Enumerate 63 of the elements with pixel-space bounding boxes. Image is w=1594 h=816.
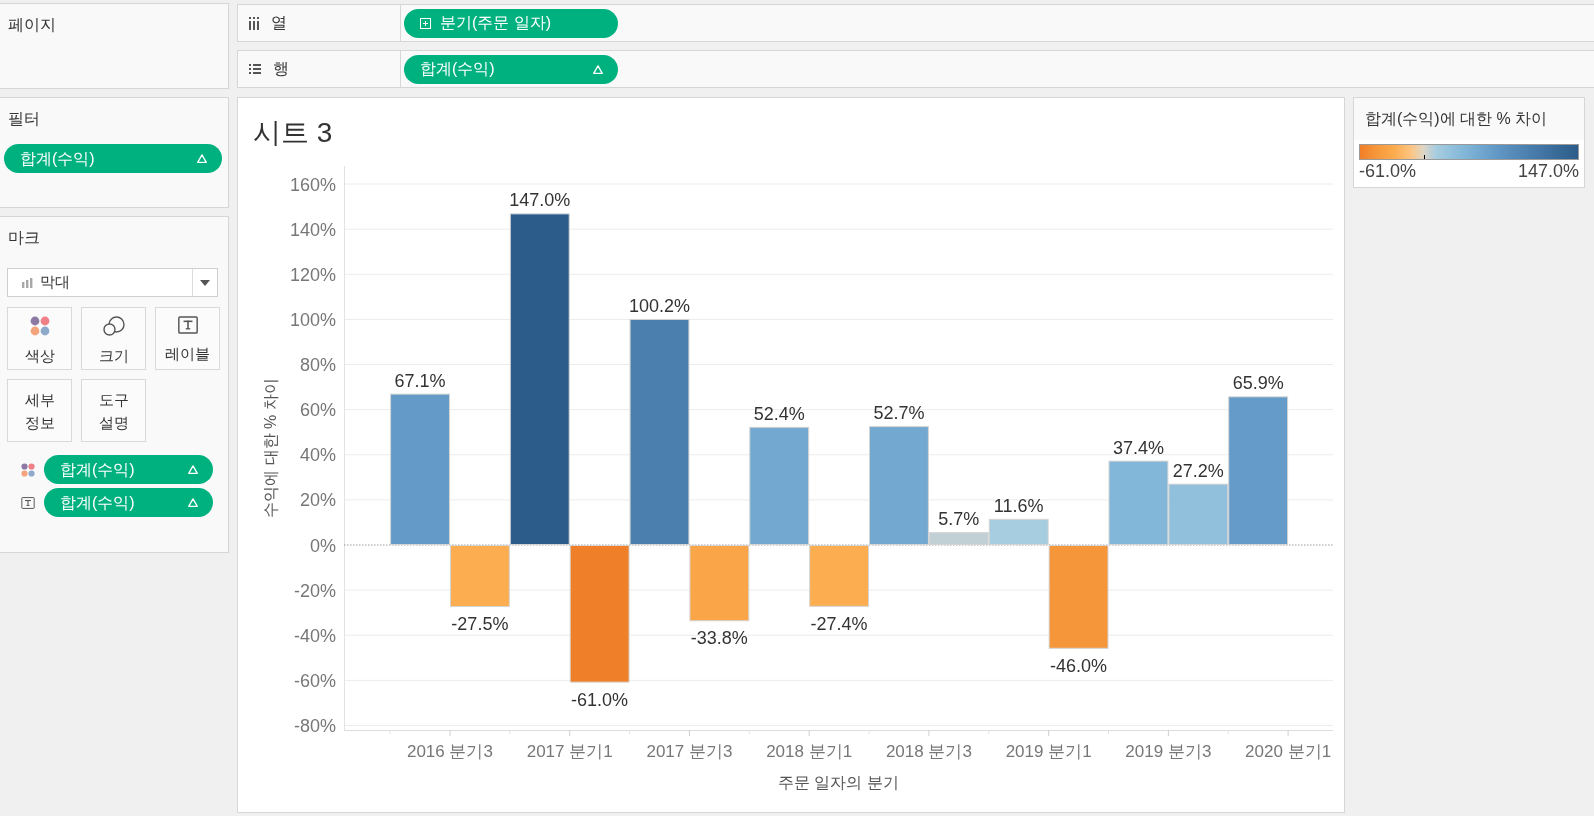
x-tick-label: 2019 분기3	[1125, 742, 1212, 761]
data-label: 11.6%	[993, 495, 1044, 516]
size-button[interactable]: 크기	[81, 307, 146, 370]
y-tick-label: -40%	[293, 625, 336, 646]
data-label: 52.7%	[873, 403, 925, 424]
data-label: 67.1%	[394, 370, 446, 391]
detail-button[interactable]: 세부 정보	[7, 379, 72, 442]
y-tick-label: 100%	[289, 309, 336, 330]
x-tick-label: 2016 분기3	[406, 742, 493, 761]
data-label: 147.0%	[509, 190, 571, 211]
text-icon	[20, 496, 35, 509]
data-label: -61.0%	[571, 689, 629, 710]
y-tick-label: -80%	[293, 716, 336, 736]
dots-icon	[29, 316, 50, 336]
tooltip-button[interactable]: 도구 설명	[81, 379, 146, 442]
data-label: 5.7%	[938, 509, 980, 530]
caret-icon	[200, 279, 210, 286]
x-tick-label: 2020 분기1	[1245, 742, 1332, 761]
text-icon	[177, 316, 198, 334]
sheet-title: 시트 3	[252, 116, 334, 150]
color-button[interactable]: 색상	[7, 307, 72, 370]
shelf-label: 행	[273, 59, 289, 79]
y-tick-label: 140%	[289, 219, 336, 240]
data-label: 65.9%	[1232, 373, 1284, 394]
mark-type-dropdown[interactable]: 막대	[7, 268, 218, 297]
y-tick-label: -20%	[293, 580, 336, 601]
legend-max-label: 147.0%	[1517, 160, 1579, 182]
data-label: -46.0%	[1050, 655, 1108, 676]
data-label: 27.2%	[1172, 460, 1224, 481]
x-tick-label: 2017 분기1	[526, 742, 613, 761]
data-label: 37.4%	[1112, 437, 1164, 458]
dots-icon	[20, 462, 35, 477]
y-tick-label: 60%	[299, 400, 336, 421]
x-tick-label: 2017 분기3	[646, 742, 733, 761]
label-button[interactable]: 레이블	[155, 307, 220, 370]
circles-icon	[102, 316, 125, 336]
x-tick-label: 2018 분기3	[885, 742, 972, 761]
legend-title: 합계(수익)에 대한 % 차이	[1354, 98, 1584, 140]
data-label: -27.5%	[451, 614, 509, 635]
y-tick-label: 20%	[299, 490, 336, 511]
shelf-label: 열	[271, 13, 287, 33]
data-label: -33.8%	[690, 628, 748, 649]
y-tick-label: 120%	[289, 264, 336, 285]
card-title: 마크	[7, 228, 41, 248]
bar-chart-icon	[22, 277, 33, 288]
y-tick-label: 40%	[299, 445, 336, 466]
x-tick-label: 2019 분기1	[1005, 742, 1092, 761]
y-tick-label: 80%	[299, 355, 336, 376]
columns-icon	[249, 16, 259, 30]
data-label: -27.4%	[810, 613, 868, 634]
y-tick-label: 0%	[310, 535, 336, 556]
data-label: 100.2%	[628, 295, 691, 316]
list-icon	[249, 64, 261, 74]
y-tick-label: -60%	[293, 670, 336, 691]
x-tick-label: 2018 분기1	[766, 742, 853, 761]
plus-square-icon	[420, 17, 431, 29]
y-tick-label: 160%	[289, 174, 336, 195]
y-axis-title: 수익에 대한 % 차이	[261, 378, 279, 518]
legend-min-label: -61.0%	[1359, 160, 1417, 182]
card-title: 필터	[7, 109, 41, 129]
x-axis-title: 주문 일자의 분기	[778, 774, 899, 791]
card-title: 페이지	[7, 15, 57, 35]
data-label: 52.4%	[753, 403, 805, 424]
